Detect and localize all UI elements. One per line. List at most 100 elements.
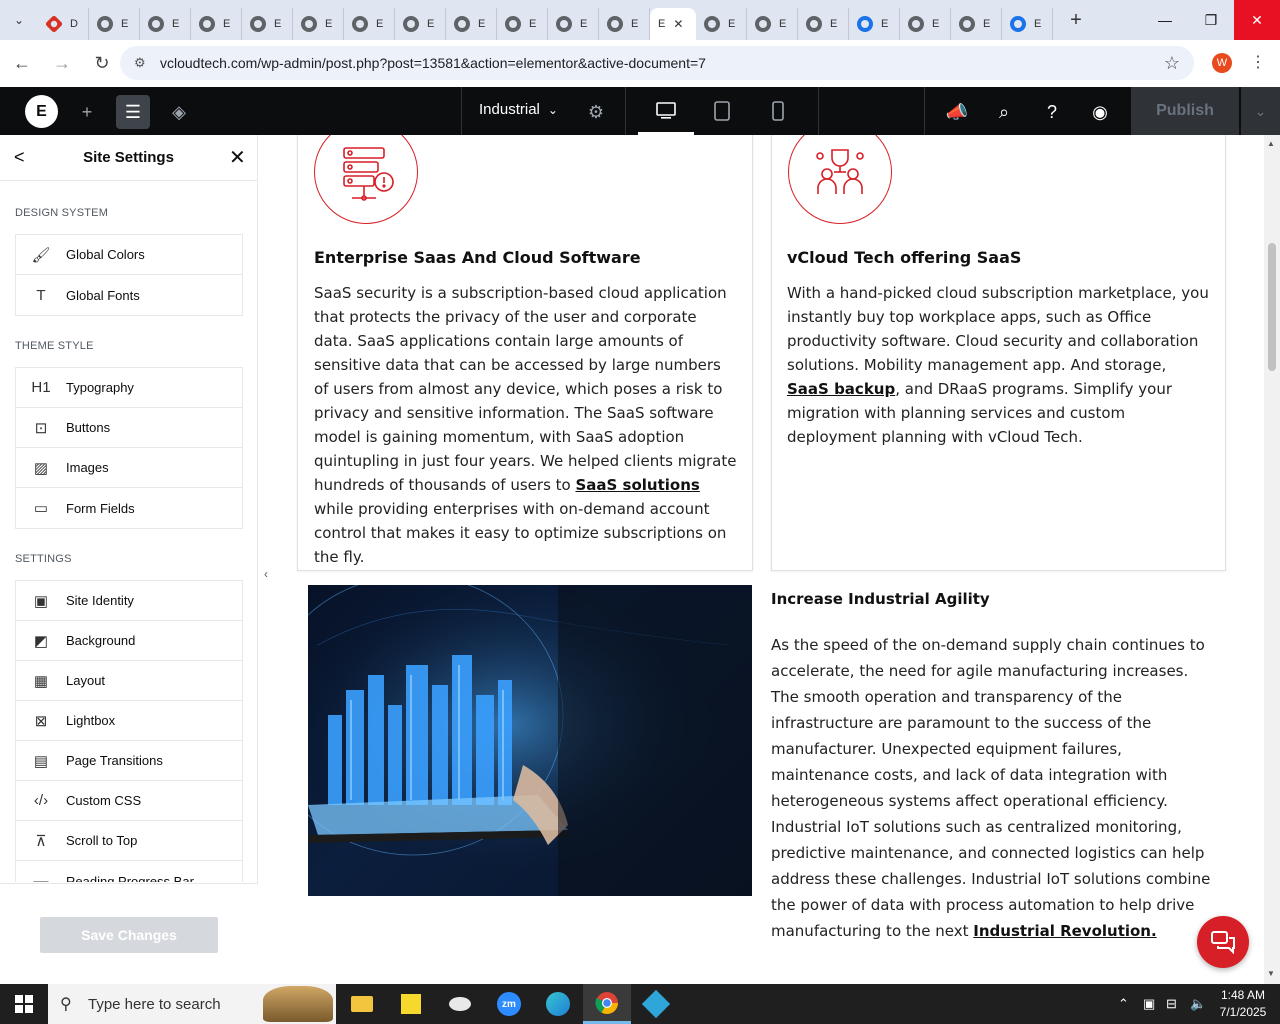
settings-item-lightbox[interactable]: ⊠ Lightbox [16,701,242,741]
browser-tab[interactable]: E [849,8,900,40]
tab-close-icon[interactable]: ✕ [673,17,683,31]
browser-tab[interactable]: E [951,8,1002,40]
search-placeholder: Type here to search [88,995,221,1013]
publish-button[interactable]: Publish [1131,87,1239,135]
new-tab-button[interactable]: + [1061,5,1091,35]
kodi-app-icon[interactable] [632,984,680,1024]
settings-item-custom-css[interactable]: ‹/› Custom CSS [16,781,242,821]
browser-tab[interactable]: E [599,8,650,40]
restore-icon[interactable]: ❐ [1188,0,1234,40]
settings-item-label: Page Transitions [66,753,163,768]
settings-item-page-transitions[interactable]: ▤ Page Transitions [16,741,242,781]
desktop-view-icon[interactable] [654,99,678,123]
zoom-icon[interactable]: zm [485,984,533,1024]
reload-icon[interactable]: ↻ [84,46,120,82]
chat-bubble-icon[interactable] [1197,916,1249,968]
lightbox-icon: ⊠ [34,712,48,730]
bookmark-star-icon[interactable]: ☆ [1164,53,1180,74]
browser-tab[interactable]: E [344,8,395,40]
settings-item-global-colors[interactable]: 🖌 Global Colors [16,235,242,275]
snipping-tool-icon[interactable] [436,984,484,1024]
back-chevron-icon[interactable]: < [14,147,25,168]
browser-tab[interactable]: E [1002,8,1053,40]
canvas-scrollbar[interactable]: ▲ ▼ [1264,135,1280,984]
publish-options-chevron-icon[interactable]: ⌄ [1240,87,1280,135]
browser-tab[interactable]: E [548,8,599,40]
page-settings-gear-icon[interactable]: ⚙ [579,95,613,129]
scroll-down-icon[interactable]: ▼ [1267,969,1275,978]
scroll-up-icon[interactable]: ▲ [1267,139,1275,148]
notifications-megaphone-icon[interactable]: 📣 [940,95,974,129]
settings-item-typography[interactable]: H1 Typography [16,368,242,408]
browser-tab[interactable]: D [38,8,89,40]
close-icon[interactable]: ✕ [229,145,246,170]
browser-tab[interactable]: E [140,8,191,40]
save-changes-button[interactable]: Save Changes [40,917,218,953]
settings-item-images[interactable]: ▨ Images [16,448,242,488]
minimize-icon[interactable]: — [1142,0,1188,40]
volume-icon[interactable]: 🔈 [1190,984,1206,1024]
tab-label: E [376,18,384,30]
settings-item-form-fields[interactable]: ▭ Form Fields [16,488,242,528]
tablet-view-icon[interactable] [710,99,734,123]
settings-item-scroll-to-top[interactable]: ⊼ Scroll to Top [16,821,242,861]
chrome-menu-icon[interactable]: ⋮ [1250,52,1266,72]
browser-tab[interactable]: E [293,8,344,40]
browser-tab[interactable]: E [395,8,446,40]
settings-item-label: Global Colors [66,247,145,262]
taskbar-clock[interactable]: 1:48 AM 7/1/2025 [1210,987,1276,1021]
settings-item-layout[interactable]: ▦ Layout [16,661,242,701]
settings-item-reading-progress-bar[interactable]: ▬ Reading Progress Bar [16,861,242,883]
help-icon[interactable]: ? [1035,95,1069,129]
settings-item-site-identity[interactable]: ▣ Site Identity [16,581,242,621]
browser-tab[interactable]: E [191,8,242,40]
settings-item-buttons[interactable]: ⊡ Buttons [16,408,242,448]
chrome-icon[interactable] [583,984,631,1024]
browser-tab[interactable]: E [497,8,548,40]
finder-search-icon[interactable]: ⌕ [987,95,1021,129]
browser-tab[interactable]: E [900,8,951,40]
sticky-notes-icon[interactable] [387,984,435,1024]
site-settings-sliders-icon[interactable]: ☰ [116,95,150,129]
saas-backup-link[interactable]: SaaS backup [787,380,895,398]
edge-icon[interactable] [534,984,582,1024]
forward-arrow-icon[interactable]: → [44,46,80,82]
preview-eye-icon[interactable]: ◉ [1083,95,1117,129]
browser-tab[interactable]: E [242,8,293,40]
tab-label: E [478,18,486,30]
settings-item-global-fonts[interactable]: T Global Fonts [16,275,242,315]
profile-avatar[interactable]: W [1212,53,1232,73]
saas-solutions-link[interactable]: SaaS solutions [575,476,699,494]
structure-layers-icon[interactable]: ◈ [162,95,196,129]
browser-tab[interactable]: E [747,8,798,40]
browser-tab[interactable]: E [89,8,140,40]
file-explorer-icon[interactable] [338,984,386,1024]
mobile-view-icon[interactable] [766,99,790,123]
collapse-panel-chevron-icon[interactable]: ‹ [258,548,274,600]
network-alert-icon[interactable]: ▣ [1143,984,1155,1024]
page-name: Industrial [479,101,540,118]
address-bar[interactable]: ⚙ vcloudtech.com/wp-admin/post.php?post=… [120,46,1194,80]
browser-tab[interactable]: E ✕ [650,8,696,40]
site-info-icon[interactable]: ⚙ [134,55,150,71]
industrial-revolution-link[interactable]: Industrial Revolution. [973,922,1156,940]
scroll-thumb[interactable] [1268,243,1276,371]
windows-start-icon[interactable] [0,984,48,1024]
browser-tab[interactable]: E [446,8,497,40]
window-close-icon[interactable]: ✕ [1234,0,1280,40]
settings-item-label: Site Identity [66,593,134,608]
browser-tab[interactable]: E [696,8,747,40]
settings-item-background[interactable]: ◩ Background [16,621,242,661]
tab-search-chevron-icon[interactable]: ⌄ [0,0,38,40]
tab-label: E [427,18,435,30]
taskbar-search-box[interactable]: ⚲ Type here to search [48,984,336,1024]
section-body: As the speed of the on-demand supply cha… [771,632,1211,944]
elementor-logo-icon[interactable]: E [25,95,58,128]
browser-tab[interactable]: E [798,8,849,40]
globe-favicon-icon [454,16,470,32]
back-arrow-icon[interactable]: ← [4,46,40,82]
page-selector[interactable]: Industrial ⌄ [479,101,558,118]
network-icon[interactable]: ⊟ [1166,984,1177,1024]
tray-chevron-up-icon[interactable]: ⌃ [1118,984,1129,1024]
add-element-icon[interactable]: + [70,95,104,129]
